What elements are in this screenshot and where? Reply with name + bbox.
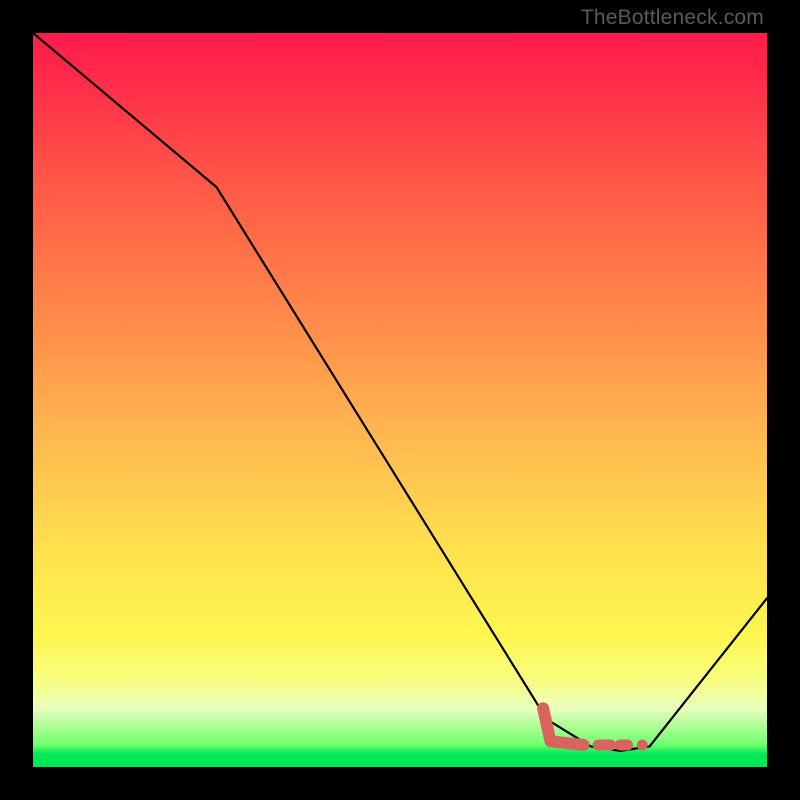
valley-markers — [543, 708, 648, 750]
attribution-text: TheBottleneck.com — [581, 6, 764, 30]
valley-marker-dot — [637, 739, 648, 750]
plot-area — [33, 33, 767, 767]
valley-marker-line — [543, 708, 583, 745]
bottleneck-curve — [33, 33, 767, 751]
chart-overlay — [33, 33, 767, 767]
chart-frame: TheBottleneck.com — [0, 0, 800, 800]
